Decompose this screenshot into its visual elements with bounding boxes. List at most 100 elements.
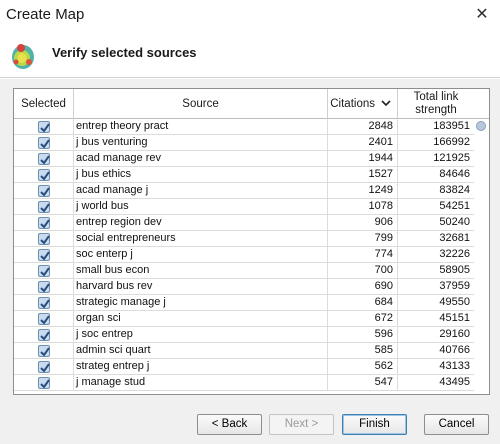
select-checkbox[interactable] [38,121,50,133]
column-header-source[interactable]: Source [74,89,328,119]
window-title: Create Map [6,6,85,23]
select-checkbox[interactable] [38,345,50,357]
back-button[interactable]: < Back [197,414,262,435]
table-row[interactable]: acad manage rev 1944 121925 [14,151,474,167]
cancel-button[interactable]: Cancel [424,414,489,435]
select-checkbox[interactable] [38,233,50,245]
source-cell: acad manage rev [74,151,328,167]
checkmark-icon [40,363,50,373]
selected-cell [14,231,74,247]
source-cell: organ sci [74,311,328,327]
table-row[interactable]: strategic manage j 684 49550 [14,295,474,311]
table-row[interactable]: j bus venturing 2401 166992 [14,135,474,151]
total-link-strength-cell: 121925 [433,152,470,164]
column-header-total-link-strength[interactable]: Total link strength [398,89,474,119]
selected-cell [14,247,74,263]
select-checkbox[interactable] [38,313,50,325]
checkmark-icon [40,347,50,357]
citations-cell: 562 [328,359,398,375]
selected-cell [14,199,74,215]
selected-cell [14,151,74,167]
source-cell: strategic manage j [74,295,328,311]
select-checkbox[interactable] [38,217,50,229]
title-bar: Create Map ✕ [0,0,500,30]
scrollbar-thumb[interactable] [476,121,486,131]
citations-cell: 774 [328,247,398,263]
select-checkbox[interactable] [38,297,50,309]
citations-cell: 799 [328,231,398,247]
citations-cell: 2848 [328,119,398,135]
select-checkbox[interactable] [38,265,50,277]
select-checkbox[interactable] [38,281,50,293]
select-checkbox[interactable] [38,201,50,213]
select-checkbox[interactable] [38,377,50,389]
total-link-strength-cell: 43133 [439,360,470,372]
checkmark-icon [40,187,50,197]
table-row[interactable]: acad manage j 1249 83824 [14,183,474,199]
source-cell: harvard bus rev [74,279,328,295]
table-row[interactable]: organ sci 672 45151 [14,311,474,327]
select-checkbox[interactable] [38,361,50,373]
close-icon[interactable]: ✕ [472,5,492,25]
source-cell: small bus econ [74,263,328,279]
table-row[interactable]: soc enterp j 774 32226 [14,247,474,263]
vosviewer-logo-icon [10,40,36,70]
total-link-strength-cell: 43495 [439,376,470,388]
select-checkbox[interactable] [38,137,50,149]
checkmark-icon [40,299,50,309]
page-heading: Verify selected sources [52,45,197,60]
total-link-strength-cell: 166992 [433,136,470,148]
citations-cell: 700 [328,263,398,279]
select-checkbox[interactable] [38,169,50,181]
source-cell: strateg entrep j [74,359,328,375]
table-header: Selected Source Citations Total link str… [14,89,489,119]
citations-cell: 585 [328,343,398,359]
table-row[interactable]: social entrepreneurs 799 32681 [14,231,474,247]
total-link-strength-cell: 45151 [439,312,470,324]
next-button[interactable]: Next > [269,414,334,435]
select-checkbox[interactable] [38,153,50,165]
table-row[interactable]: small bus econ 700 58905 [14,263,474,279]
table-row[interactable]: j bus ethics 1527 84646 [14,167,474,183]
citations-cell: 690 [328,279,398,295]
checkmark-icon [40,123,50,133]
citations-cell: 906 [328,215,398,231]
citations-cell: 1249 [328,183,398,199]
checkmark-icon [40,219,50,229]
source-cell: j bus venturing [74,135,328,151]
column-header-citations[interactable]: Citations [328,89,398,119]
citations-cell: 1527 [328,167,398,183]
table-row[interactable]: harvard bus rev 690 37959 [14,279,474,295]
citations-cell: 684 [328,295,398,311]
citations-cell: 596 [328,327,398,343]
table-row[interactable]: strateg entrep j 562 43133 [14,359,474,375]
table-row[interactable]: admin sci quart 585 40766 [14,343,474,359]
checkmark-icon [40,283,50,293]
table-row[interactable]: j soc entrep 596 29160 [14,327,474,343]
table-row[interactable]: entrep region dev 906 50240 [14,215,474,231]
source-cell: j soc entrep [74,327,328,343]
source-cell: j bus ethics [74,167,328,183]
checkmark-icon [40,379,50,389]
checkmark-icon [40,235,50,245]
select-checkbox[interactable] [38,249,50,261]
select-checkbox[interactable] [38,329,50,341]
table-row[interactable]: j world bus 1078 54251 [14,199,474,215]
total-link-strength-cell: 32681 [439,232,470,244]
source-cell: admin sci quart [74,343,328,359]
table-row[interactable]: entrep theory pract 2848 183951 [14,119,474,135]
column-header-selected[interactable]: Selected [14,89,74,119]
selected-cell [14,135,74,151]
table-row[interactable]: j manage stud 547 43495 [14,375,474,391]
citations-cell: 547 [328,375,398,391]
citations-cell: 2401 [328,135,398,151]
sources-table: Selected Source Citations Total link str… [13,88,490,395]
select-checkbox[interactable] [38,185,50,197]
total-link-strength-cell: 37959 [439,280,470,292]
total-link-strength-cell: 84646 [439,168,470,180]
source-cell: j manage stud [74,375,328,391]
checkmark-icon [40,203,50,213]
total-link-strength-cell: 183951 [433,120,470,132]
citations-cell: 1078 [328,199,398,215]
finish-button[interactable]: Finish [342,414,407,435]
